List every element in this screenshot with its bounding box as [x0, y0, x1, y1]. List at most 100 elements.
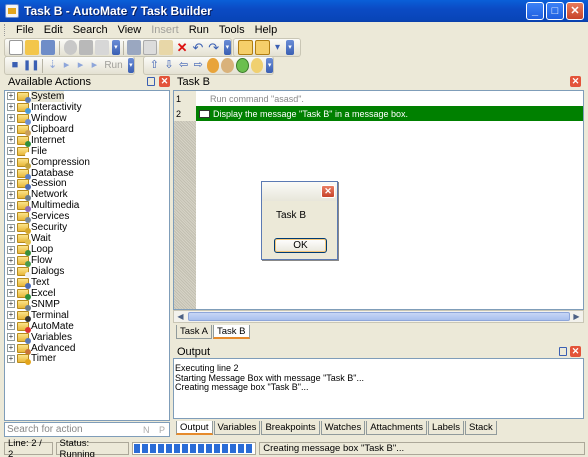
tree-item-snmp[interactable]: + SNMP: [5, 299, 169, 311]
close-output-icon[interactable]: ✕: [570, 346, 581, 357]
toolbar-overflow-icon[interactable]: ▾: [112, 40, 120, 55]
expand-icon[interactable]: +: [7, 300, 15, 309]
open-icon[interactable]: [25, 40, 39, 55]
expand-icon[interactable]: +: [7, 322, 15, 331]
watch-icon[interactable]: [235, 58, 249, 73]
move-down-icon[interactable]: ⇩: [163, 58, 176, 73]
tab-task-a[interactable]: Task A: [176, 325, 212, 339]
tab-task-b[interactable]: Task B: [213, 325, 250, 339]
tree-item-dialogs[interactable]: + Dialogs: [5, 266, 169, 278]
tab-variables[interactable]: Variables: [213, 421, 261, 435]
expand-icon[interactable]: +: [7, 256, 15, 265]
expand-icon[interactable]: +: [7, 267, 15, 276]
preview-icon[interactable]: [95, 40, 110, 55]
step-into-icon[interactable]: ⇣: [47, 58, 59, 73]
search-next-button[interactable]: N: [143, 425, 150, 435]
menu-tools[interactable]: Tools: [214, 24, 250, 36]
tab-watches[interactable]: Watches: [320, 421, 366, 435]
copy-icon[interactable]: [143, 40, 158, 55]
dialog-ok-button[interactable]: OK: [274, 238, 327, 253]
expand-icon[interactable]: +: [7, 245, 15, 254]
step-out-icon[interactable]: ▸: [75, 58, 87, 73]
indent-right-icon[interactable]: ⇨: [192, 58, 205, 73]
tab-labels[interactable]: Labels: [428, 421, 465, 435]
help-icon[interactable]: [250, 58, 264, 73]
new-icon[interactable]: [9, 40, 23, 55]
expand-icon[interactable]: +: [7, 333, 15, 342]
action-search-input[interactable]: Search for action N P: [4, 422, 170, 437]
menu-search[interactable]: Search: [68, 24, 113, 36]
delete-icon[interactable]: ✕: [175, 40, 189, 55]
print-icon[interactable]: [79, 40, 94, 55]
indent-left-icon[interactable]: ⇦: [177, 58, 190, 73]
detail-view-icon[interactable]: [255, 40, 270, 55]
expand-icon[interactable]: +: [7, 136, 15, 145]
menu-edit[interactable]: Edit: [39, 24, 68, 36]
menu-help[interactable]: Help: [250, 24, 283, 36]
tree-item-services[interactable]: + Services: [5, 211, 169, 224]
minimize-button[interactable]: _: [526, 2, 544, 20]
expand-icon[interactable]: +: [7, 179, 15, 188]
menu-run[interactable]: Run: [184, 24, 214, 36]
scroll-thumb[interactable]: [188, 312, 570, 321]
tree-item-database[interactable]: + Database: [5, 168, 169, 180]
stop-icon[interactable]: ■: [9, 58, 21, 73]
pause-icon[interactable]: ❚❚: [23, 58, 40, 73]
close-button[interactable]: ✕: [566, 2, 584, 20]
expand-icon[interactable]: +: [7, 125, 15, 134]
find-icon[interactable]: [63, 40, 78, 55]
tree-item-security[interactable]: + Security: [5, 222, 169, 235]
list-view-icon[interactable]: [238, 40, 253, 55]
editor-horizontal-scrollbar[interactable]: ◀ ▶: [173, 310, 584, 323]
expand-icon[interactable]: +: [7, 212, 15, 221]
settings-icon[interactable]: [221, 58, 234, 73]
tree-item-excel[interactable]: + Excel: [5, 288, 169, 300]
menu-insert[interactable]: Insert: [146, 24, 184, 36]
tab-attachments[interactable]: Attachments: [366, 421, 428, 435]
tree-item-interactivity[interactable]: + Interactivity: [5, 102, 169, 114]
expand-icon[interactable]: +: [7, 278, 15, 287]
maximize-button[interactable]: □: [546, 2, 564, 20]
close-panel-icon[interactable]: ✕: [159, 76, 170, 87]
tree-item-terminal[interactable]: + Terminal: [5, 310, 169, 322]
tree-item-network[interactable]: + Network: [5, 189, 169, 202]
close-editor-icon[interactable]: ✕: [570, 76, 581, 87]
pin-icon[interactable]: [147, 77, 155, 86]
toolbar-overflow-icon[interactable]: ▾: [266, 58, 274, 73]
tree-item-multimedia[interactable]: + Multimedia: [5, 200, 169, 213]
expand-icon[interactable]: +: [7, 92, 15, 101]
toolbar-overflow-icon[interactable]: ▾: [127, 58, 135, 73]
tree-item-text[interactable]: + Text: [5, 277, 169, 289]
tab-breakpoints[interactable]: Breakpoints: [261, 421, 320, 435]
undo-icon[interactable]: ↶: [191, 40, 205, 55]
expand-icon[interactable]: +: [7, 344, 15, 353]
expand-icon[interactable]: +: [7, 169, 15, 178]
toolbar-overflow-icon[interactable]: ▾: [223, 40, 232, 55]
tree-item-timer[interactable]: + Timer: [5, 353, 169, 366]
expand-icon[interactable]: +: [7, 311, 15, 320]
run-button[interactable]: Run: [104, 60, 122, 71]
cut-icon[interactable]: [127, 40, 142, 55]
expand-icon[interactable]: +: [7, 234, 15, 243]
task-editor[interactable]: 1 Run command "asasd". 2 Display the mes…: [173, 90, 584, 310]
tab-stack[interactable]: Stack: [465, 421, 497, 435]
tree-item-variables[interactable]: + Variables: [5, 332, 169, 344]
tree-item-flow[interactable]: + Flow: [5, 255, 169, 268]
move-up-icon[interactable]: ⇧: [148, 58, 161, 73]
menu-file[interactable]: File: [11, 24, 39, 36]
dialog-close-button[interactable]: ✕: [321, 185, 335, 198]
tree-item-system[interactable]: + System: [5, 91, 169, 103]
tree-item-automate[interactable]: + AutoMate: [5, 321, 169, 333]
breakpoint-icon[interactable]: [206, 58, 220, 73]
expand-icon[interactable]: +: [7, 158, 15, 167]
expand-icon[interactable]: +: [7, 289, 15, 298]
redo-icon[interactable]: ↷: [207, 40, 221, 55]
expand-icon[interactable]: +: [7, 190, 15, 199]
scroll-right-icon[interactable]: ▶: [570, 311, 583, 322]
toolbar-overflow-icon[interactable]: ▾: [286, 40, 294, 55]
tree-item-window[interactable]: + Window: [5, 113, 169, 125]
tree-item-wait[interactable]: + Wait: [5, 233, 169, 246]
tab-output[interactable]: Output: [176, 421, 213, 435]
expand-icon[interactable]: +: [7, 201, 15, 210]
save-icon[interactable]: [40, 40, 55, 55]
